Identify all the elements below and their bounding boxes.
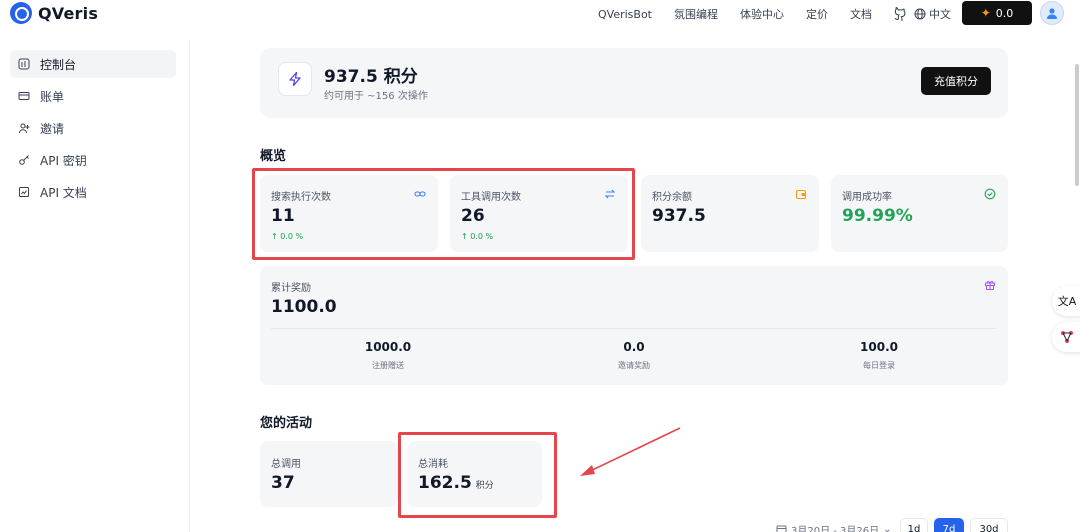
activity-total-calls: 总调用 37 <box>260 441 398 507</box>
sparkle-icon: ✦ <box>980 6 991 20</box>
stat-value: 11 <box>271 206 295 226</box>
rewards-label: 累计奖励 <box>271 283 311 294</box>
rewards-divider <box>271 328 996 329</box>
sidebar-item-dashboard[interactable]: 控制台 <box>10 50 176 78</box>
activity-unit: 积分 <box>475 481 494 491</box>
range-button-1d[interactable]: 1d <box>900 518 928 532</box>
stat-label: 工具调用次数 <box>461 192 521 203</box>
key-icon <box>19 155 29 165</box>
activity-total-spent: 总消耗 162.5 积分 <box>407 441 542 507</box>
calendar-icon <box>776 525 787 532</box>
nav-vibe-coding[interactable]: 氛围编程 <box>674 6 718 22</box>
translate-icon: 文A <box>1057 295 1077 308</box>
balance-card: 937.5 积分 约可用于 ~156 次操作 充值积分 <box>260 48 1008 118</box>
balance-subtitle: 约可用于 ~156 次操作 <box>324 91 428 102</box>
sidebar-item-label: API 密钥 <box>40 153 87 168</box>
stat-trend: ↑ 0.0 % <box>461 232 494 241</box>
top-nav: QVerisBot 氛围编程 体验中心 定价 文档 <box>598 6 926 22</box>
stat-value: 26 <box>461 206 485 226</box>
assistant-button[interactable] <box>1052 322 1080 352</box>
sidebar-item-billing[interactable]: 账单 <box>10 82 176 110</box>
sidebar-item-label: 控制台 <box>40 57 77 72</box>
activity-label: 总调用 <box>271 459 301 470</box>
check-circle-icon <box>984 188 996 200</box>
stat-label: 积分余额 <box>652 192 692 203</box>
reward-value: 1000.0 <box>364 340 412 354</box>
reward-signup: 1000.0 注册赠送 <box>308 340 468 371</box>
chevron-down-icon: ⌄ <box>883 524 892 532</box>
bolt-icon-box <box>278 62 312 96</box>
rewards-value: 1100.0 <box>271 297 337 317</box>
activity-title: 您的活动 <box>260 416 313 431</box>
nav-qverisbot[interactable]: QVerisBot <box>598 8 652 21</box>
sidebar-item-invite[interactable]: 邀请 <box>10 114 176 142</box>
activity-value: 162.5 <box>418 473 472 493</box>
nav-pricing[interactable]: 定价 <box>806 6 828 22</box>
reward-label: 邀请奖励 <box>618 361 650 370</box>
rewards-card: 累计奖励 1100.0 1000.0 注册赠送 0.0 邀请奖励 100.0 每… <box>260 266 1008 385</box>
stat-trend: ↑ 0.0 % <box>271 232 304 241</box>
overview-title: 概览 <box>260 149 287 164</box>
doc-icon <box>19 187 29 197</box>
avatar[interactable] <box>1040 1 1064 25</box>
credits-value: 0.0 <box>995 6 1014 20</box>
reward-daily-login: 100.0 每日登录 <box>799 340 959 371</box>
gift-icon <box>985 280 995 290</box>
recharge-button[interactable]: 充值积分 <box>921 67 991 95</box>
stat-card-credit-balance: 积分余额 937.5 <box>641 175 819 252</box>
credits-button[interactable]: ✦ 0.0 <box>962 1 1032 25</box>
sidebar-item-label: API 文档 <box>40 185 87 200</box>
stat-card-tool-calls: 工具调用次数 26 ↑ 0.0 % <box>450 175 628 252</box>
reward-value: 0.0 <box>623 340 645 354</box>
page-scrollbar[interactable] <box>1075 64 1079 186</box>
top-bar: QVeris QVerisBot 氛围编程 体验中心 定价 文档 中文 ✦ 0.… <box>0 0 1080 28</box>
sidebar-item-label: 账单 <box>40 89 65 104</box>
stat-card-searches: 搜索执行次数 11 ↑ 0.0 % <box>260 175 438 252</box>
translate-button[interactable]: 文A <box>1052 286 1080 316</box>
language-label: 中文 <box>929 8 951 21</box>
github-icon[interactable] <box>894 7 908 21</box>
network-icon <box>1061 331 1073 343</box>
card-icon <box>18 92 30 100</box>
stat-label: 搜索执行次数 <box>271 192 331 203</box>
nav-playground[interactable]: 体验中心 <box>740 6 784 22</box>
swap-icon <box>604 189 616 199</box>
user-plus-icon <box>19 123 30 134</box>
nav-docs[interactable]: 文档 <box>850 6 872 22</box>
sidebar-item-label: 邀请 <box>40 121 65 136</box>
sidebar: 控制台 账单 邀请 API 密钥 API 文档 <box>0 40 190 532</box>
language-switcher[interactable]: 中文 <box>914 6 951 22</box>
activity-label: 总消耗 <box>418 459 448 470</box>
range-button-30d[interactable]: 30d <box>970 518 1008 532</box>
stat-card-success-rate: 调用成功率 99.99% <box>831 175 1008 252</box>
range-button-7d[interactable]: 7d <box>934 518 964 532</box>
activity-value: 37 <box>271 473 295 493</box>
logo-icon <box>10 2 32 24</box>
stat-label: 调用成功率 <box>842 192 892 203</box>
date-range-picker[interactable]: 3月20日 - 3月26日 ⌄ <box>776 522 892 532</box>
logo-text: QVeris <box>38 3 99 23</box>
annotation-arrow-icon <box>580 427 681 476</box>
reward-label: 每日登录 <box>863 361 895 370</box>
dashboard-icon <box>18 58 30 70</box>
logo[interactable]: QVeris <box>10 2 98 24</box>
reward-invite: 0.0 邀请奖励 <box>554 340 714 371</box>
globe-icon <box>914 8 926 20</box>
reward-value: 100.0 <box>860 340 898 354</box>
activity-value-row: 162.5 积分 <box>418 473 494 493</box>
sidebar-item-api-keys[interactable]: API 密钥 <box>10 146 176 174</box>
sidebar-item-api-docs[interactable]: API 文档 <box>10 178 176 206</box>
wallet-icon <box>795 189 807 200</box>
balance-value: 937.5 积分 <box>324 67 418 87</box>
reward-label: 注册赠送 <box>372 361 404 370</box>
date-range-label: 3月20日 - 3月26日 <box>791 526 880 532</box>
stat-value: 99.99% <box>842 206 913 226</box>
stat-value: 937.5 <box>652 206 706 226</box>
bolt-icon <box>289 71 301 87</box>
user-icon <box>1047 8 1057 19</box>
link-icon <box>414 191 426 197</box>
